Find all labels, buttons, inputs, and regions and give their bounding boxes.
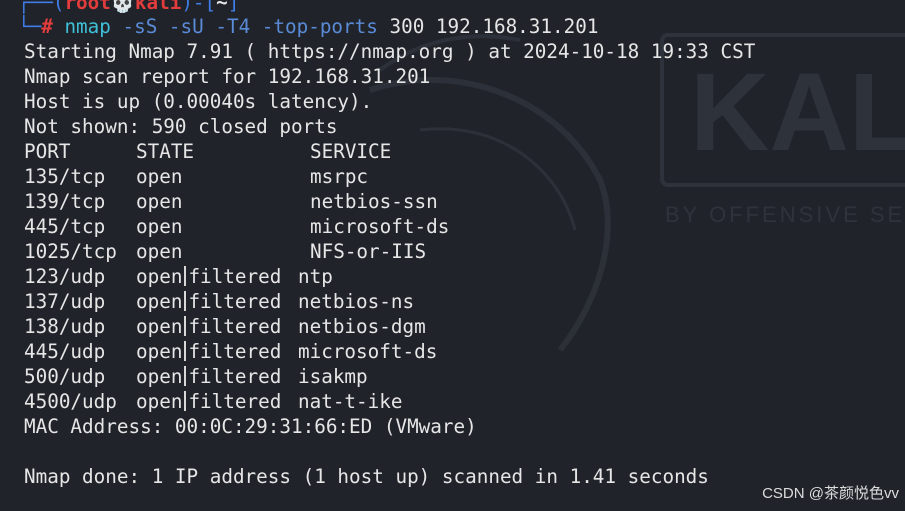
prompt-corner-bottom: └─ <box>18 15 42 38</box>
row-state-open: open <box>136 240 183 263</box>
row-port: 1025/tcp <box>24 240 117 263</box>
row-port: 135/tcp <box>24 165 106 188</box>
prompt-bracket: ] <box>227 0 240 14</box>
row-state-filtered: filtered <box>188 265 282 288</box>
row-service: netbios-dgm <box>298 315 426 338</box>
row-state: open filtered <box>136 314 281 339</box>
row-state: open filtered <box>136 264 281 289</box>
row-state: open <box>136 239 182 264</box>
row-port: 445/udp <box>24 340 106 363</box>
row-state: open filtered <box>136 289 281 314</box>
terminal-window[interactable]: KAL BY OFFENSIVE SE ┌──(root💀kali)-[~] └… <box>0 0 905 511</box>
header-port: PORT <box>24 140 71 163</box>
row-state-open: open <box>136 365 183 388</box>
row-port: 445/tcp <box>24 215 106 238</box>
row-state: open filtered <box>136 364 281 389</box>
prompt-dir: ~ <box>216 0 228 14</box>
pipe-separator <box>184 366 187 386</box>
row-port: 500/udp <box>24 365 106 388</box>
row-port: 138/udp <box>24 315 106 338</box>
prompt-hash: # <box>41 15 53 38</box>
row-state-filtered: filtered <box>188 390 282 413</box>
pipe-separator <box>184 316 187 336</box>
row-service: microsoft-ds <box>298 340 438 363</box>
row-service: microsoft-ds <box>310 215 450 238</box>
row-state-open: open <box>136 390 183 413</box>
output-done: Nmap done: 1 IP address (1 host up) scan… <box>24 465 709 488</box>
pipe-separator <box>184 391 187 411</box>
row-state-filtered: filtered <box>188 290 282 313</box>
header-state: STATE <box>136 140 195 163</box>
row-state: open <box>136 164 182 189</box>
row-state-open: open <box>136 165 183 188</box>
output-report: Nmap scan report for 192.168.31.201 <box>24 65 431 88</box>
row-service: nat-t-ike <box>298 390 403 413</box>
prompt-paren: )-[ <box>181 0 217 14</box>
output-starting: Starting Nmap 7.91 ( https://nmap.org ) … <box>24 40 756 63</box>
row-service: NFS-or-IIS <box>310 240 427 263</box>
row-port: 139/tcp <box>24 190 106 213</box>
row-state-filtered: filtered <box>188 315 282 338</box>
command-line[interactable]: └─# nmap -sS -sU -T4 -top-ports 300 192.… <box>18 14 598 39</box>
row-port: 137/udp <box>24 290 106 313</box>
row-port: 123/udp <box>24 265 106 288</box>
row-state-open: open <box>136 290 183 313</box>
csdn-watermark: CSDN @茶颜悦色vv <box>762 485 899 502</box>
row-state: open filtered <box>136 389 281 414</box>
command-target: 300 192.168.31.201 <box>389 15 599 38</box>
row-state-filtered: filtered <box>188 340 282 363</box>
pipe-separator <box>184 266 187 286</box>
row-service: netbios-ns <box>298 290 415 313</box>
prompt-host: kali <box>134 0 182 14</box>
row-state-open: open <box>136 190 183 213</box>
row-state: open filtered <box>136 339 281 364</box>
output-not-shown: Not shown: 590 closed ports <box>24 115 338 138</box>
output-host-up: Host is up (0.00040s latency). <box>24 90 373 113</box>
prompt-user: root <box>64 0 111 14</box>
row-state-open: open <box>136 315 183 338</box>
pipe-separator <box>184 341 187 361</box>
output-mac: MAC Address: 00:0C:29:31:66:ED (VMware) <box>24 415 477 438</box>
row-state-open: open <box>136 215 183 238</box>
prompt-header-line: ┌──(root💀kali)-[~] <box>18 0 239 15</box>
row-state-open: open <box>136 265 183 288</box>
command-name: nmap <box>64 15 111 38</box>
row-service: msrpc <box>310 165 369 188</box>
skull-icon: 💀 <box>110 0 135 14</box>
row-port: 4500/udp <box>24 390 117 413</box>
watermark-brand: KAL <box>690 51 905 174</box>
row-state-open: open <box>136 340 183 363</box>
watermark-tagline: BY OFFENSIVE SE <box>665 202 905 227</box>
command-args: -sS -sU -T4 -top-ports <box>122 15 378 38</box>
row-state-filtered: filtered <box>188 365 282 388</box>
row-state: open <box>136 214 182 239</box>
row-state: open <box>136 189 182 214</box>
row-service: netbios-ssn <box>310 190 438 213</box>
row-service: ntp <box>298 265 333 288</box>
prompt-corner-top: ┌──( <box>18 0 65 14</box>
row-service: isakmp <box>298 365 368 388</box>
pipe-separator <box>184 291 187 311</box>
header-service: SERVICE <box>310 140 392 163</box>
